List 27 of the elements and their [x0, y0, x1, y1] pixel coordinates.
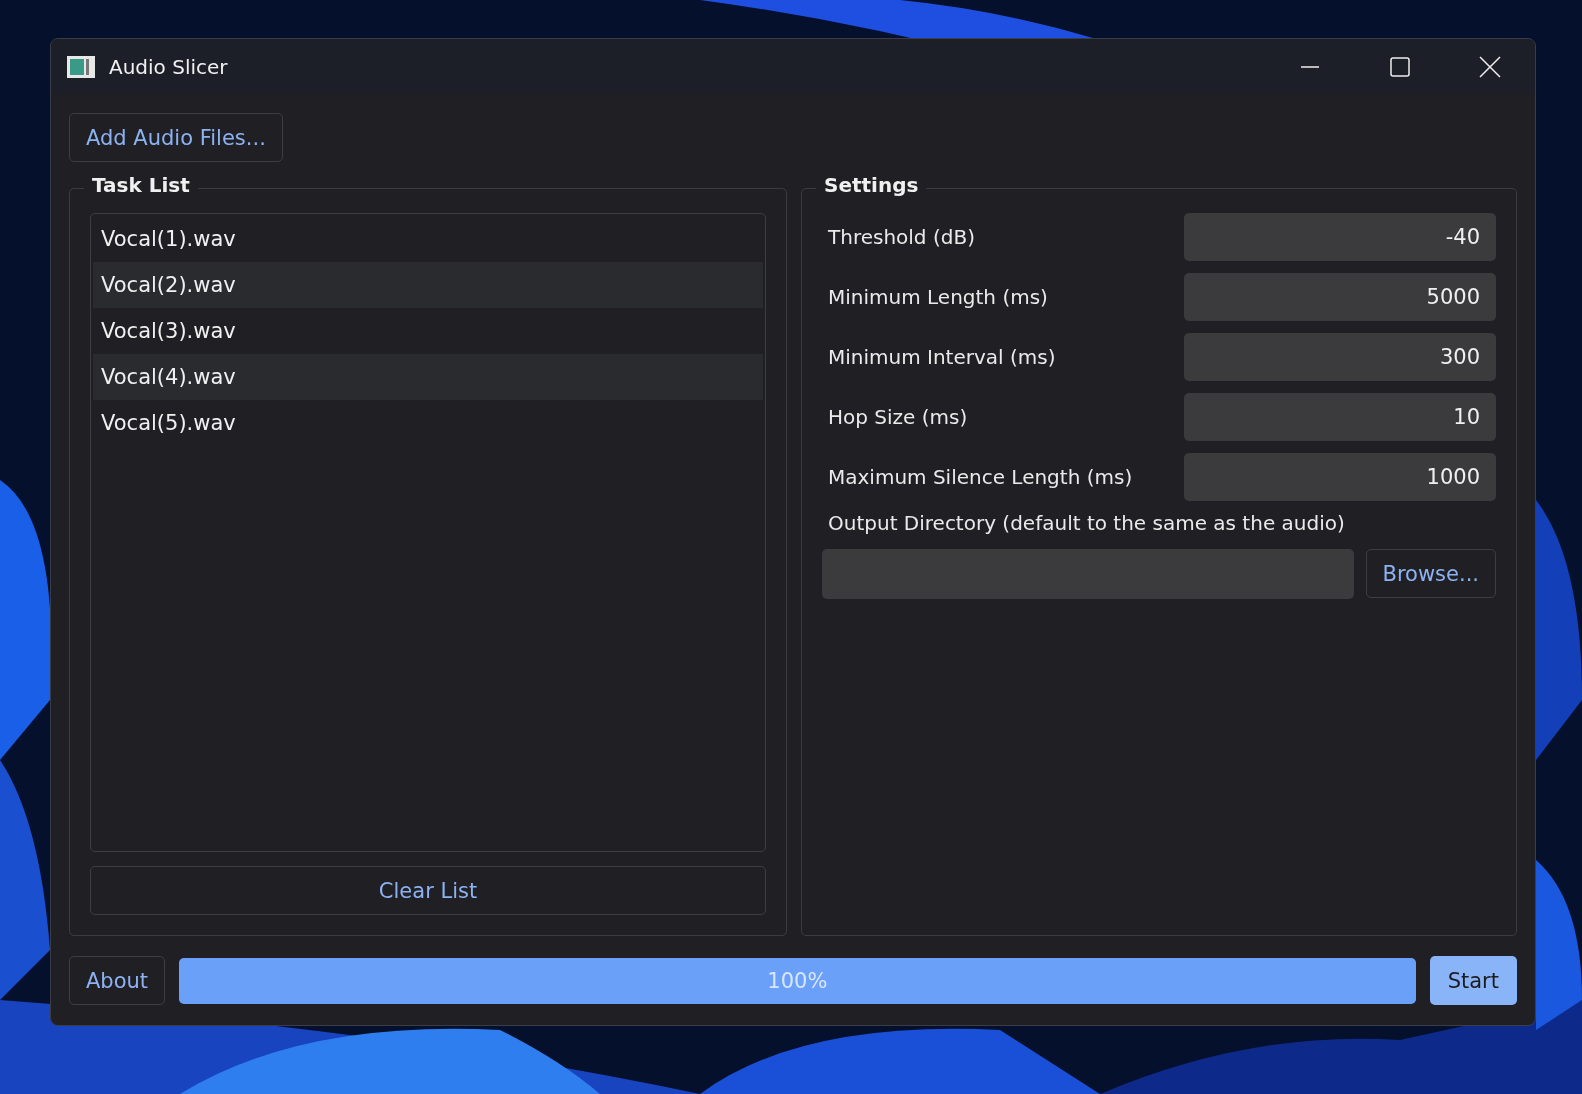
- field-label: Minimum Interval (ms): [827, 345, 1057, 369]
- input-field[interactable]: -40: [1184, 213, 1496, 261]
- progress-text: 100%: [766, 967, 829, 995]
- add-files-button[interactable]: Add Audio Files...: [69, 113, 283, 162]
- input-field[interactable]: 1000: [1184, 453, 1496, 501]
- clear-list-button[interactable]: Clear List: [90, 866, 766, 915]
- field-label: Hop Size (ms): [827, 405, 969, 429]
- list-item[interactable]: Vocal(2).wav: [93, 262, 763, 308]
- window-title: Audio Slicer: [109, 55, 229, 79]
- start-button[interactable]: Start: [1429, 956, 1517, 1005]
- list-item[interactable]: Vocal(4).wav: [93, 354, 763, 400]
- close-icon[interactable]: [1479, 56, 1501, 78]
- maximize-icon[interactable]: [1390, 57, 1410, 77]
- list-item[interactable]: Vocal(1).wav: [93, 216, 763, 262]
- input-field[interactable]: 300: [1184, 333, 1496, 381]
- field-label: Output Directory (default to the same as the audio): [827, 511, 1346, 535]
- list-item[interactable]: Vocal(5).wav: [93, 400, 763, 446]
- input-field[interactable]: 5000: [1184, 273, 1496, 321]
- input-field[interactable]: [822, 549, 1354, 599]
- input-field[interactable]: 10: [1184, 393, 1496, 441]
- about-button[interactable]: About: [69, 956, 166, 1005]
- field-label: Minimum Length (ms): [827, 285, 1049, 309]
- field-label: Maximum Silence Length (ms): [827, 465, 1134, 489]
- browse-button[interactable]: Browse...: [1365, 549, 1496, 598]
- list-item[interactable]: Vocal(3).wav: [93, 308, 763, 354]
- app-icon: [67, 56, 95, 78]
- field-label: Threshold (dB): [827, 225, 976, 249]
